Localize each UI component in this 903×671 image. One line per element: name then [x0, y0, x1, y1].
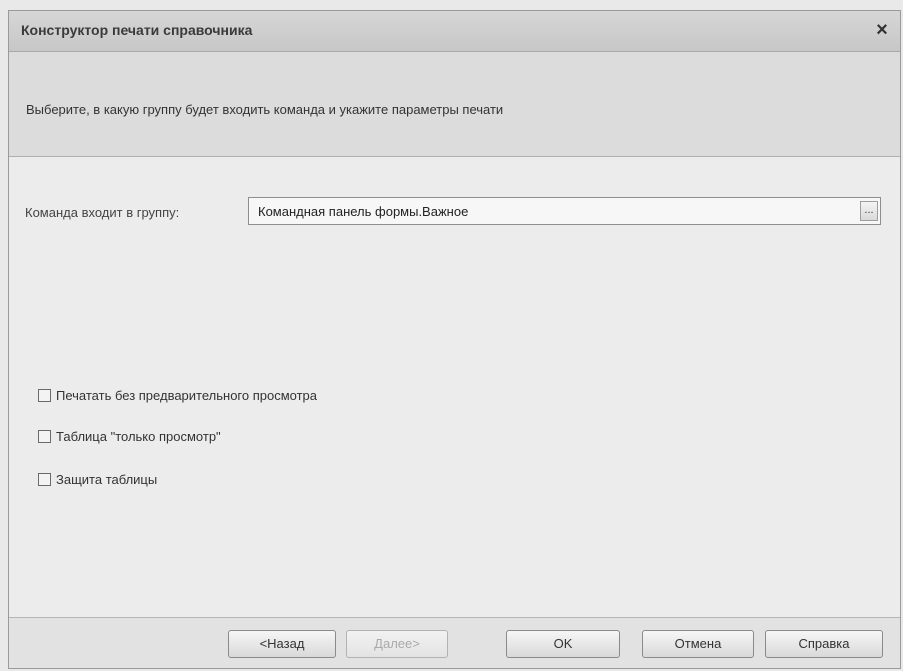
- next-button[interactable]: Далее>: [346, 630, 448, 658]
- cancel-button[interactable]: Отмена: [642, 630, 754, 658]
- checkbox[interactable]: [38, 430, 51, 443]
- checkbox[interactable]: [38, 389, 51, 402]
- option-label[interactable]: Таблица "только просмотр": [56, 429, 221, 444]
- select-group-button[interactable]: ...: [860, 201, 878, 221]
- option-label[interactable]: Печатать без предварительного просмотра: [56, 388, 317, 403]
- checkbox[interactable]: [38, 473, 51, 486]
- ok-button[interactable]: OK: [506, 630, 620, 658]
- close-button[interactable]: ×: [870, 18, 894, 42]
- group-label: Команда входит в группу:: [25, 205, 180, 220]
- title-bar: Конструктор печати справочника ×: [9, 11, 900, 52]
- print-constructor-dialog: Конструктор печати справочника × Выберит…: [8, 10, 901, 669]
- back-button[interactable]: <Назад: [228, 630, 336, 658]
- group-input[interactable]: Командная панель формы.Важное ...: [248, 197, 881, 225]
- option-label[interactable]: Защита таблицы: [56, 472, 157, 487]
- group-value: Командная панель формы.Важное: [258, 204, 469, 219]
- info-panel: Выберите, в какую группу будет входить к…: [9, 52, 900, 157]
- window-title: Конструктор печати справочника: [21, 22, 253, 38]
- help-button[interactable]: Справка: [765, 630, 883, 658]
- dialog-footer: <Назад Далее> OK Отмена Справка: [9, 617, 900, 668]
- info-text: Выберите, в какую группу будет входить к…: [26, 102, 504, 117]
